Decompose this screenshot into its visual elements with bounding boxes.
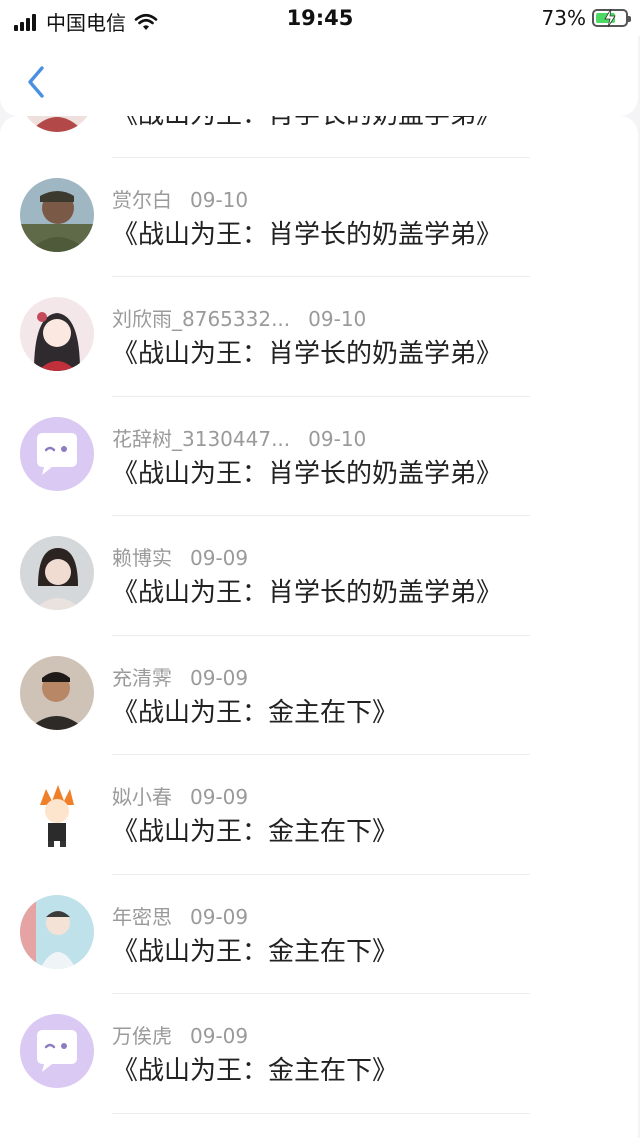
default-chat-icon[interactable]: [20, 416, 94, 491]
list-item[interactable]: 《战山为王：肖学长的奶盖学弟》: [0, 116, 638, 158]
book-title[interactable]: 《战山为王：肖学长的奶盖学弟》: [112, 116, 502, 131]
list-item[interactable]: 花辞树_3130447... 09-10 《战山为王：肖学长的奶盖学弟》: [0, 397, 638, 516]
user-name[interactable]: 赖博实: [112, 546, 172, 570]
item-date: 09-09: [190, 1024, 249, 1048]
divider: [112, 1112, 530, 1114]
user-name[interactable]: 姒小春: [112, 785, 172, 809]
item-meta: 刘欣雨_8765332... 09-10: [112, 303, 366, 332]
book-title[interactable]: 《战山为王：肖学长的奶盖学弟》: [112, 572, 502, 609]
user-name[interactable]: 年密思: [112, 905, 172, 929]
item-meta: 充清霁 09-09: [112, 662, 248, 691]
default-chat-icon[interactable]: [20, 1014, 94, 1088]
book-title[interactable]: 《战山为王：金主在下》: [112, 692, 398, 729]
user-name[interactable]: 花辞树_3130447...: [112, 427, 290, 451]
list-item[interactable]: 赖博实 09-09 《战山为王：肖学长的奶盖学弟》: [0, 516, 638, 636]
comment-list[interactable]: 《战山为王：肖学长的奶盖学弟》赏尔白09-10《战山为王：肖学长的奶盖学弟》刘欣…: [0, 116, 638, 1138]
avatar[interactable]: [20, 536, 94, 610]
book-title[interactable]: 《战山为王：金主在下》: [112, 931, 398, 968]
user-name[interactable]: 充清霁: [112, 666, 172, 690]
charging-bolt-icon: [604, 9, 616, 27]
comment-list-inner: 《战山为王：肖学长的奶盖学弟》赏尔白09-10《战山为王：肖学长的奶盖学弟》刘欣…: [0, 116, 638, 1114]
book-title[interactable]: 《战山为王：肖学长的奶盖学弟》: [112, 214, 502, 251]
avatar[interactable]: [20, 116, 94, 132]
battery-icon: [592, 9, 631, 27]
item-date: 09-09: [190, 904, 249, 929]
battery-percent: 73%: [541, 6, 586, 30]
user-name[interactable]: 赏尔白: [112, 188, 172, 212]
list-item[interactable]: 万俟虎 09-09 《战山为王：金主在下》: [0, 994, 638, 1114]
item-meta: 万俟虎 09-09: [112, 1020, 248, 1049]
status-bar: 中国电信 19:45 73%: [0, 0, 640, 36]
avatar[interactable]: [20, 655, 94, 730]
status-bar-right: 73%: [541, 6, 631, 30]
user-name[interactable]: 刘欣雨_8765332...: [112, 307, 290, 331]
list-item[interactable]: 赏尔白 09-10 《战山为王：肖学长的奶盖学弟》: [0, 158, 638, 277]
item-meta: 赏尔白 09-10: [112, 184, 248, 213]
list-item[interactable]: 姒小春 09-09 《战山为王：金主在下》: [0, 755, 638, 875]
nav-header: [0, 36, 638, 116]
book-title[interactable]: 《战山为王：金主在下》: [112, 1050, 398, 1087]
battery-cap: [628, 16, 631, 22]
book-title[interactable]: 《战山为王：肖学长的奶盖学弟》: [112, 333, 502, 370]
item-meta: 年密思 09-09: [112, 901, 248, 930]
item-meta: 赖博实 09-09: [112, 542, 248, 571]
book-title[interactable]: 《战山为王：肖学长的奶盖学弟》: [112, 453, 502, 490]
book-title[interactable]: 《战山为王：金主在下》: [112, 811, 398, 848]
avatar[interactable]: [20, 894, 94, 969]
item-date: 09-09: [190, 785, 249, 809]
avatar[interactable]: [20, 297, 94, 371]
back-button[interactable]: [22, 62, 50, 102]
item-date: 09-09: [190, 665, 249, 690]
item-date: 09-10: [308, 307, 367, 331]
avatar[interactable]: [20, 775, 94, 849]
item-meta: 花辞树_3130447... 09-10: [112, 423, 366, 452]
item-date: 09-10: [308, 426, 367, 451]
item-meta: 姒小春 09-09: [112, 781, 248, 810]
user-name[interactable]: 万俟虎: [112, 1024, 172, 1048]
chevron-left-icon: [28, 66, 44, 98]
avatar[interactable]: [20, 177, 94, 252]
list-item[interactable]: 充清霁 09-09 《战山为王：金主在下》: [0, 636, 638, 755]
item-date: 09-09: [190, 546, 249, 570]
item-date: 09-10: [190, 187, 249, 212]
list-item[interactable]: 刘欣雨_8765332... 09-10 《战山为王：肖学长的奶盖学弟》: [0, 277, 638, 397]
list-item[interactable]: 年密思 09-09 《战山为王：金主在下》: [0, 875, 638, 994]
